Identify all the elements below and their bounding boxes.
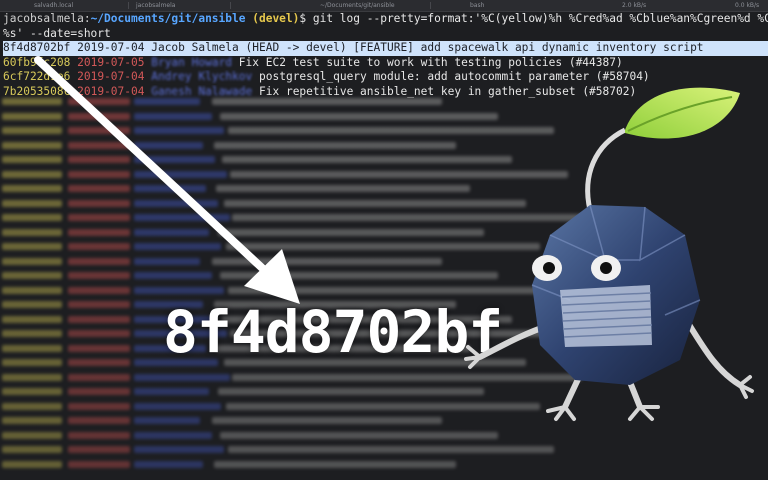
rock-pikmin-icon (464, 87, 754, 421)
